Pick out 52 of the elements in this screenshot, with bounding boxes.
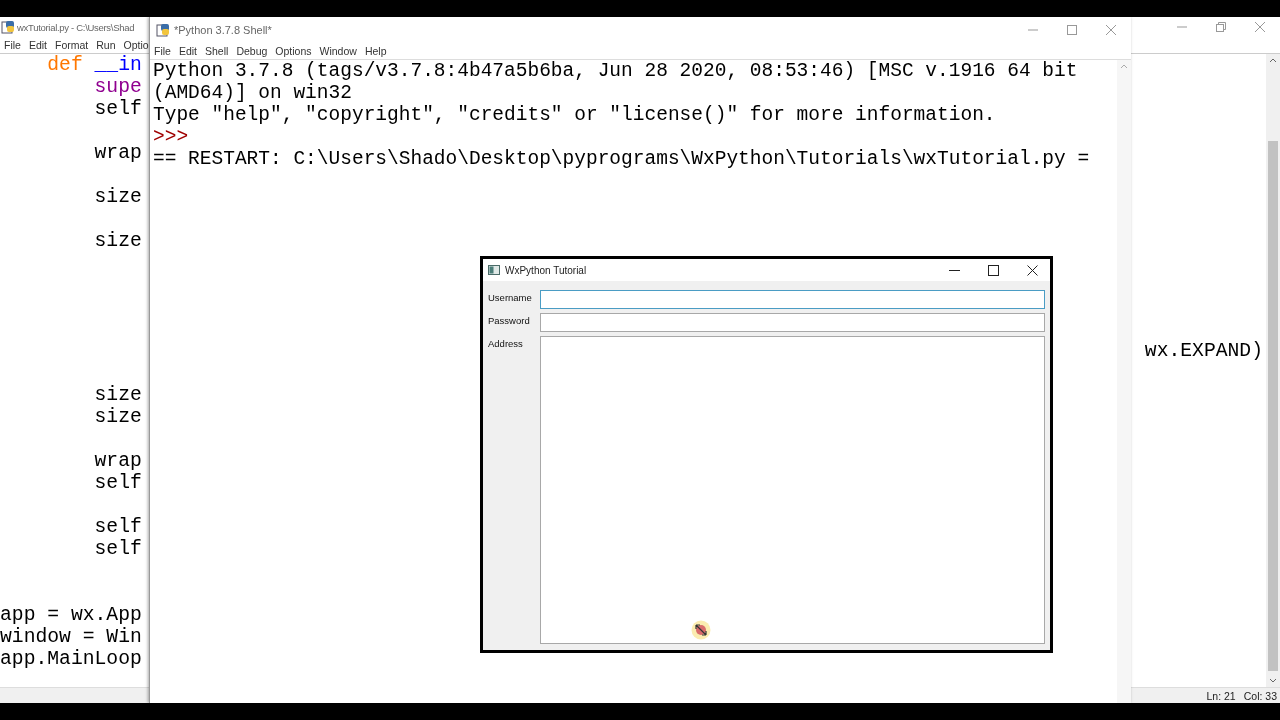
code-line: window = Win bbox=[0, 626, 142, 648]
code-line: self bbox=[93, 516, 142, 538]
menu-item[interactable]: Shell bbox=[205, 44, 229, 57]
code-line: size bbox=[93, 406, 142, 428]
menu-item[interactable]: Help bbox=[364, 44, 387, 57]
menu-item[interactable]: Debug bbox=[236, 44, 268, 57]
field-label: Address bbox=[488, 337, 524, 351]
window-title: *Python 3.7.8 Shell* bbox=[174, 23, 272, 36]
code-line: self bbox=[93, 472, 142, 494]
menu-item[interactable]: Options bbox=[275, 44, 312, 57]
line-number: Ln: 21 bbox=[1206, 689, 1236, 702]
scrollbar[interactable] bbox=[1266, 54, 1280, 687]
code-line: self bbox=[93, 98, 142, 120]
resize-cursor-icon bbox=[691, 620, 711, 640]
menu-item[interactable]: Edit bbox=[28, 39, 47, 51]
shell-output-line: Type "help", "copyright", "credits" or "license()" for more information. bbox=[153, 104, 997, 126]
menu-item[interactable]: Edit bbox=[178, 44, 197, 57]
shell-output-line: (AMD64)] on win32 bbox=[153, 82, 353, 104]
menu-item[interactable]: Window bbox=[319, 44, 357, 57]
address-field[interactable] bbox=[540, 336, 1045, 644]
field-label: Password bbox=[488, 314, 531, 328]
input-field[interactable] bbox=[540, 313, 1045, 332]
code-line: size bbox=[93, 186, 142, 208]
window-title: WxPython Tutorial bbox=[505, 264, 587, 276]
menu-item[interactable]: Format bbox=[55, 39, 89, 51]
menu-item[interactable]: Optio bbox=[123, 39, 149, 51]
restore-icon[interactable] bbox=[1215, 21, 1227, 33]
python-file-icon bbox=[156, 22, 170, 37]
code-line: wrap bbox=[93, 450, 142, 472]
code-line: app.MainLoop bbox=[0, 648, 142, 670]
code-line: wx.EXPAND) bbox=[1144, 340, 1263, 362]
code-line: size bbox=[93, 384, 142, 406]
menu-item[interactable]: Run bbox=[96, 39, 116, 51]
window-title: wxTutorial.py - C:\Users\Shad bbox=[17, 21, 135, 33]
menu-item[interactable]: File bbox=[154, 44, 171, 57]
window-icon bbox=[488, 265, 500, 275]
code-line: size bbox=[93, 230, 142, 252]
code-line: supe bbox=[93, 76, 142, 98]
shell-output-line: Python 3.7.8 (tags/v3.7.8:4b47a5b6ba, Jun 28 2020, 08:53:46) [MSC v.1916 64 bit bbox=[153, 60, 1079, 82]
code-line: def __in bbox=[46, 54, 142, 76]
close-icon[interactable] bbox=[1027, 264, 1038, 276]
maximize-icon[interactable] bbox=[988, 264, 999, 276]
shell-output-line: == RESTART: C:\Users\Shado\Desktop\pyprograms\WxPython\Tutorials\wxTutorial.py = bbox=[153, 148, 1091, 170]
field-label: Username bbox=[488, 291, 533, 305]
menu-item[interactable]: File bbox=[4, 39, 21, 51]
code-line: wrap bbox=[93, 142, 142, 164]
scrollbar[interactable] bbox=[1117, 60, 1131, 703]
column-number: Col: 33 bbox=[1243, 689, 1277, 702]
shell-prompt: >>> bbox=[153, 126, 190, 148]
code-line: app = wx.App bbox=[0, 604, 142, 626]
code-line: self bbox=[93, 538, 142, 560]
input-field[interactable] bbox=[540, 290, 1045, 309]
